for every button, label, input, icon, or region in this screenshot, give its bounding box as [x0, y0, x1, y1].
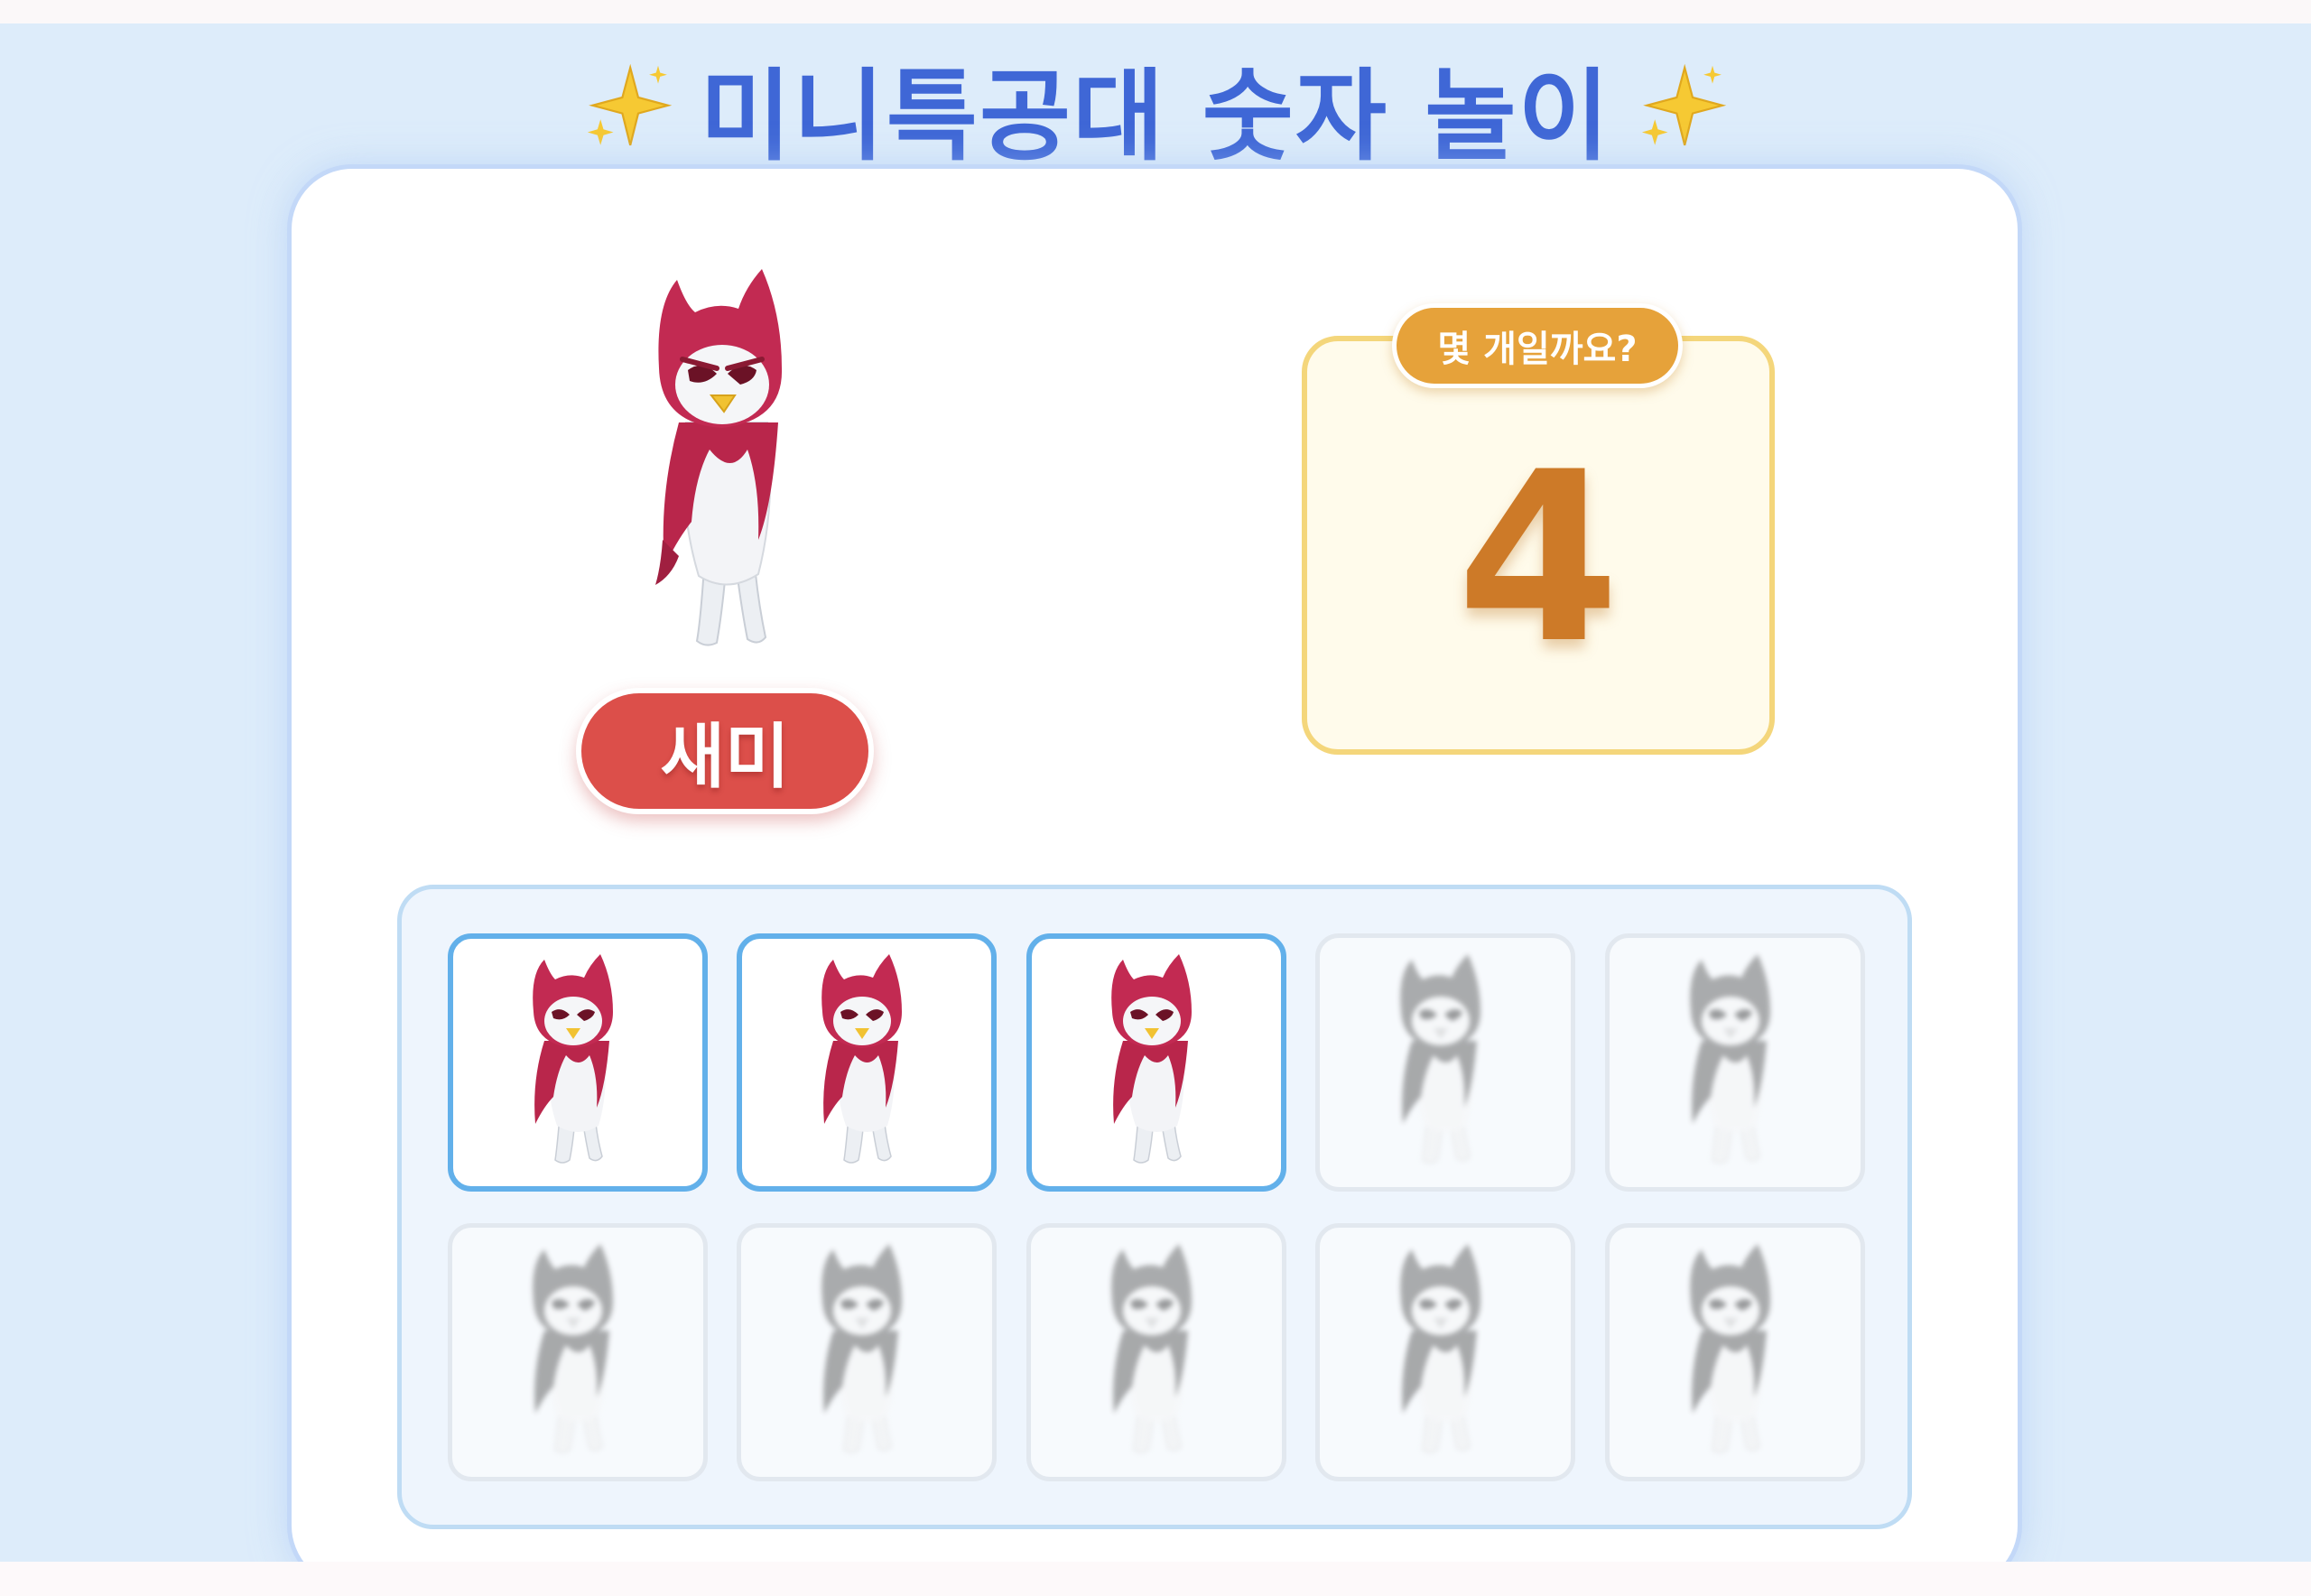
page-title: 미니특공대 숫자 놀이: [0, 49, 2311, 174]
penguin-character-icon: [510, 954, 645, 1171]
penguin-character-icon: [1667, 954, 1803, 1171]
count-tile-empty[interactable]: [1315, 1223, 1575, 1481]
count-tile-empty[interactable]: [737, 1223, 997, 1481]
count-tile-empty[interactable]: [1605, 933, 1865, 1192]
penguin-character-icon: [799, 954, 934, 1171]
penguin-character-image: [623, 269, 831, 657]
count-tile-empty[interactable]: [1605, 1223, 1865, 1481]
question-label: 몇 개일까요?: [1392, 303, 1683, 388]
count-tile-empty[interactable]: [1315, 933, 1575, 1192]
count-tile-empty[interactable]: [448, 1223, 708, 1481]
count-tile-filled[interactable]: [448, 933, 708, 1192]
penguin-character-icon: [799, 1244, 934, 1461]
sparkles-icon: [579, 58, 678, 157]
count-tile-empty[interactable]: [1026, 1223, 1286, 1481]
bottom-strip: [0, 1562, 2311, 1596]
sparkles-icon: [1633, 58, 1732, 157]
count-tile-filled[interactable]: [737, 933, 997, 1192]
answer-number: 4: [1456, 422, 1620, 695]
count-tile-filled[interactable]: [1026, 933, 1286, 1192]
penguin-character-icon: [1089, 954, 1224, 1171]
title-text: 미니특공대 숫자 놀이: [700, 59, 1611, 174]
penguin-character-icon: [1089, 1244, 1224, 1461]
penguin-character-icon: [1378, 954, 1513, 1171]
top-strip: [0, 0, 2311, 23]
answer-box: 4: [1302, 336, 1775, 755]
character-name-badge: 새미: [576, 688, 874, 814]
penguin-character-icon: [1667, 1244, 1803, 1461]
penguin-character-icon: [510, 1244, 645, 1461]
penguin-character-icon: [1378, 1244, 1513, 1461]
